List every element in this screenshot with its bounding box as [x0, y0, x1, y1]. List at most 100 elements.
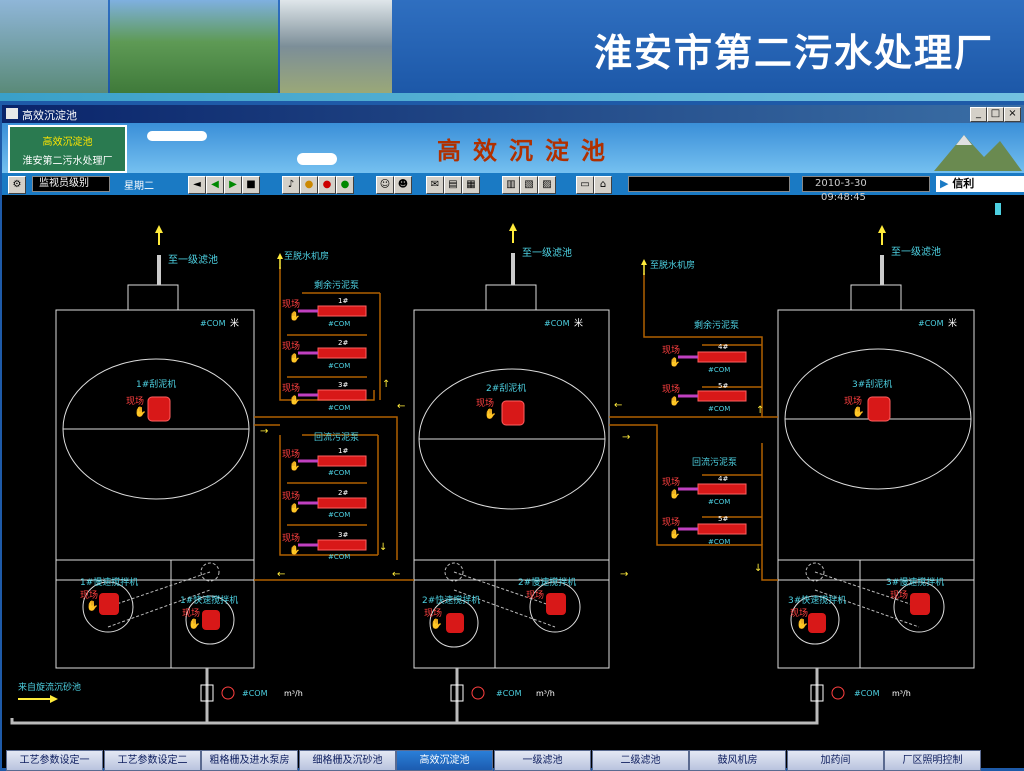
toolbar: ⚙ 监视员级别 星期二 ◄ ◀ ▶ ■ ♪ ● ● ● ☺ ☻ ✉ ▤ ▦ ▥ … — [2, 173, 1024, 203]
pump-number: 1# — [338, 447, 348, 455]
logout-icon[interactable]: ☻ — [394, 176, 412, 194]
close-button[interactable]: × — [1004, 107, 1021, 122]
arrow-icon: ← — [397, 401, 405, 412]
arrow-up-icon — [878, 225, 886, 233]
pump-local-label: 现场 — [282, 491, 300, 502]
arrow-icon: → — [622, 432, 630, 443]
logo-line-2: 淮安第二污水处理厂 — [22, 156, 113, 167]
label-to-filter-1: 至一级滤池 — [168, 253, 218, 266]
pump-return-3[interactable]: 现场 ✋ 3# #COM — [282, 531, 367, 561]
report-icon[interactable]: ▦ — [462, 176, 480, 194]
fast-mixer-3-label: 3#快速搅拌机 — [788, 594, 846, 606]
fast-mixer-3-motor[interactable] — [808, 613, 826, 633]
pump-local-label: 现场 — [282, 341, 300, 352]
minimize-button[interactable]: _ — [970, 107, 987, 122]
back-icon[interactable]: ◄ — [188, 176, 206, 194]
maximize-button[interactable]: □ — [987, 107, 1004, 122]
pump-number: 3# — [338, 531, 348, 539]
arrow-icon: ↓ — [754, 563, 762, 574]
pump-return-5[interactable]: 现场 ✋ 5# #COM — [662, 515, 747, 546]
alarm-red-icon[interactable]: ● — [318, 176, 336, 194]
scraper-2-motor[interactable] — [501, 400, 525, 426]
slow-mixer-1-local: 现场 — [80, 590, 98, 601]
chart-icon[interactable]: ▧ — [520, 176, 538, 194]
scraper-2-label: 2#刮泥机 — [486, 382, 526, 394]
label-return-pump-2: 回流污泥泵 — [692, 456, 737, 468]
home-icon[interactable]: ⌂ — [594, 176, 612, 194]
logo-line-1: 高效沉淀池 — [42, 137, 93, 148]
alarm-green-icon[interactable]: ● — [336, 176, 354, 194]
hand-icon: ✋ — [86, 599, 98, 612]
sound-icon[interactable]: ♪ — [282, 176, 300, 194]
monitor-icon[interactable]: ▭ — [576, 176, 594, 194]
pump-excess-4[interactable]: 现场 ✋ 4# #COM — [662, 343, 747, 374]
pump-number: 4# — [718, 475, 728, 483]
arrow-up-icon — [509, 223, 517, 231]
app-icon — [6, 108, 18, 119]
pump-com: #COM — [708, 498, 730, 506]
level-readout-1: #COM — [200, 319, 226, 328]
slow-mixer-2-local: 现场 — [526, 590, 544, 601]
hand-icon: ✋ — [430, 617, 442, 630]
pump-com: #COM — [328, 511, 350, 519]
mail-icon[interactable]: ✉ — [426, 176, 444, 194]
inflow-label: 来自旋流沉砂池 — [18, 681, 81, 693]
pump-return-4[interactable]: 现场 ✋ 4# #COM — [662, 475, 747, 506]
pump-local-label: 现场 — [662, 477, 680, 488]
arrow-icon: ← — [277, 569, 285, 580]
next-icon[interactable]: ▶ — [224, 176, 242, 194]
photo-3 — [280, 0, 392, 93]
hand-icon: ✋ — [484, 407, 496, 420]
level-unit-1: 米 — [230, 317, 239, 329]
fast-mixer-3-local: 现场 — [790, 608, 808, 619]
arrow-up-icon — [641, 259, 647, 265]
pump-excess-2[interactable]: 现场 ✋ 2# #COM — [282, 339, 367, 370]
arrow-icon: ↑ — [382, 379, 390, 390]
pump-com: #COM — [328, 469, 350, 477]
pump-excess-3[interactable]: 现场 ✋ 3# #COM — [282, 381, 367, 412]
label-to-filter-3: 至一级滤池 — [891, 245, 941, 258]
pump-return-2[interactable]: 现场 ✋ 2# #COM — [282, 489, 367, 519]
pump-excess-1[interactable]: 现场 ✋ 1# #COM — [282, 297, 367, 328]
level-unit-3: 米 — [948, 317, 957, 329]
user-role: 监视员级别 — [32, 176, 110, 192]
mountain-icon — [934, 135, 1022, 171]
label-to-filter-2: 至一级滤池 — [522, 246, 572, 259]
trend-icon[interactable]: ▨ — [538, 176, 556, 194]
pump-com: #COM — [328, 362, 350, 370]
photo-1 — [0, 0, 108, 93]
screen-header: 高效沉淀池 淮安第二污水处理厂 高效沉淀池 — [2, 123, 1024, 173]
label-excess-pump-2: 剩余污泥泵 — [694, 319, 739, 331]
process-diagram: 至一级滤池 至一级滤池 至一级滤池 #COM 米 #COM 米 #COM 米 1… — [10, 203, 1001, 725]
print-icon[interactable]: ▤ — [444, 176, 462, 194]
stop-icon[interactable]: ■ — [242, 176, 260, 194]
slow-mixer-3-local: 现场 — [890, 590, 908, 601]
hand-icon: ✋ — [134, 405, 146, 418]
fast-mixer-1-motor[interactable] — [202, 610, 220, 630]
table-icon[interactable]: ▥ — [502, 176, 520, 194]
slow-mixer-1-motor[interactable] — [99, 593, 119, 615]
level-readout-2: #COM — [544, 319, 570, 328]
pump-local-label: 现场 — [662, 517, 680, 528]
pump-return-1[interactable]: 现场 ✋ 1# #COM — [282, 447, 367, 477]
cloud-decor — [147, 131, 207, 141]
settings-icon[interactable]: ⚙ — [8, 176, 26, 194]
prev-icon[interactable]: ◀ — [206, 176, 224, 194]
pump-number: 5# — [718, 382, 728, 390]
scraper-1-motor[interactable] — [147, 396, 171, 422]
pump-number: 2# — [338, 339, 348, 347]
slow-mixer-2-motor[interactable] — [546, 593, 566, 615]
pump-number: 4# — [718, 343, 728, 351]
arrow-icon: ↑ — [756, 405, 764, 416]
date: 2010-3-30 — [815, 178, 867, 189]
level-unit-2: 米 — [574, 317, 583, 329]
scraper-3-motor[interactable] — [867, 396, 891, 422]
pump-number: 3# — [338, 381, 348, 389]
arrow-icon: ← — [392, 569, 400, 580]
user-icon[interactable]: ☺ — [376, 176, 394, 194]
slow-mixer-3-motor[interactable] — [910, 593, 930, 615]
fast-mixer-2-local: 现场 — [424, 608, 442, 619]
pump-com: #COM — [328, 320, 350, 328]
alarm-icon[interactable]: ● — [300, 176, 318, 194]
fast-mixer-2-motor[interactable] — [446, 613, 464, 633]
